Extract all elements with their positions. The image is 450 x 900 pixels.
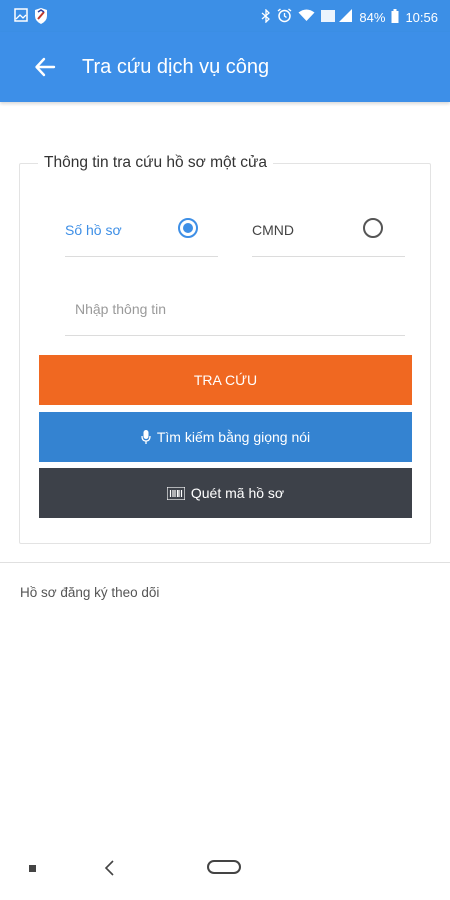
info-input-wrapper — [65, 285, 405, 336]
system-nav-bar — [0, 840, 450, 900]
scan-code-button[interactable]: Quét mã hồ sơ — [39, 468, 412, 518]
radio-label: Số hồ sơ — [65, 222, 122, 238]
image-icon — [14, 8, 28, 22]
bluetooth-icon — [261, 7, 271, 26]
card-legend: Thông tin tra cứu hồ sơ một cửa — [38, 154, 274, 172]
radio-label: CMND — [252, 222, 294, 238]
back-button[interactable] — [28, 50, 62, 84]
voice-search-label: Tìm kiếm bằng giọng nói — [156, 429, 311, 445]
info-input[interactable] — [65, 285, 405, 333]
status-bar: 84% 10:56 — [0, 0, 450, 32]
radio-unchecked-icon[interactable] — [363, 218, 383, 238]
clock: 10:56 — [405, 9, 438, 25]
radio-option-so-ho-so[interactable]: Số hồ sơ — [65, 202, 218, 257]
barcode-icon — [166, 486, 185, 500]
arrow-left-icon — [35, 57, 56, 77]
radio-checked-icon[interactable] — [178, 218, 198, 238]
battery-percent: 84% — [359, 9, 386, 25]
radio-option-cmnd[interactable]: CMND — [252, 202, 405, 257]
home-icon[interactable] — [207, 860, 241, 874]
wifi-icon — [298, 9, 315, 25]
back-icon[interactable] — [100, 858, 120, 878]
signal-icon — [321, 8, 353, 26]
search-button[interactable]: TRA CỨU — [39, 355, 412, 405]
voice-search-button[interactable]: Tìm kiếm bằng giọng nói — [39, 412, 412, 462]
recent-apps-icon[interactable] — [29, 865, 36, 872]
app-bar: Tra cứu dịch vụ công — [0, 32, 450, 102]
page-title: Tra cứu dịch vụ công — [82, 56, 270, 78]
scan-code-label: Quét mã hồ sơ — [190, 485, 285, 501]
search-button-label: TRA CỨU — [193, 372, 258, 388]
followed-records-heading: Hồ sơ đăng ký theo dõi — [20, 585, 160, 600]
microphone-icon — [141, 430, 151, 444]
shield-app-icon — [34, 8, 48, 24]
section-divider — [0, 562, 450, 563]
alarm-icon — [277, 8, 292, 26]
battery-icon — [391, 8, 399, 26]
